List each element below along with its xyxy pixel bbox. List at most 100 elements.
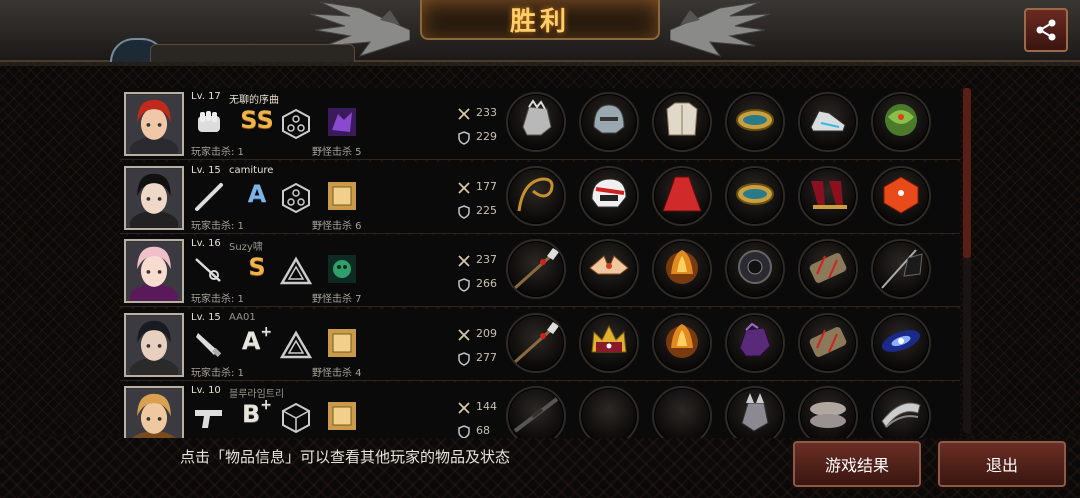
defense-value: 266 [476, 277, 497, 290]
race-helmet-icon [586, 171, 632, 221]
item-slot[interactable] [798, 386, 858, 438]
rank-letter: SS [240, 106, 274, 134]
item-slots [506, 92, 931, 152]
whip-icon [513, 171, 559, 221]
rank-letter: A [241, 326, 261, 355]
bat-icon [192, 182, 226, 212]
knife-icon [192, 329, 226, 359]
player-row[interactable]: Lv. 16 Suzy啸 S 玩家击杀: 1 野怪击杀 7 237 266 [120, 235, 960, 307]
item-slot[interactable] [798, 239, 858, 299]
defense-value: 229 [476, 130, 497, 143]
black-flag-icon [878, 244, 924, 294]
item-slots [506, 165, 931, 226]
item-slot[interactable] [725, 165, 785, 226]
attack-icon [457, 253, 471, 267]
item-slot[interactable] [725, 312, 785, 373]
rifle-icon [513, 391, 559, 438]
spiked-gauntlet-icon [732, 391, 778, 438]
defense-icon [457, 130, 471, 145]
rank-letter: A [247, 179, 267, 208]
player-name: AA01 [229, 311, 256, 323]
player-row[interactable]: Lv. 10 블루라임트리 B+ 144 68 [120, 382, 960, 438]
item-slot[interactable] [871, 239, 931, 299]
empty-slot [659, 391, 705, 438]
item-slot[interactable] [579, 165, 639, 226]
item-slot[interactable] [871, 312, 931, 373]
exit-button[interactable]: 退出 [938, 441, 1066, 487]
item-slot[interactable] [652, 386, 712, 438]
item-slots [506, 239, 931, 299]
dice-icon [878, 171, 924, 221]
heels-icon [805, 171, 851, 221]
item-slot[interactable] [652, 239, 712, 299]
item-slot[interactable] [798, 312, 858, 373]
defense-icon [457, 424, 471, 438]
item-slot[interactable] [579, 312, 639, 373]
item-slot[interactable] [798, 92, 858, 152]
scroll-thumb[interactable] [963, 88, 971, 258]
rank-plus: + [260, 397, 273, 413]
item-info-hint: 点击「物品信息」可以查看其他玩家的物品及状态 [180, 448, 511, 466]
item-slot[interactable] [725, 386, 785, 438]
attack-value: 209 [476, 326, 497, 340]
rapier-icon [192, 255, 226, 285]
dragon-orb-icon [878, 97, 924, 147]
player-list[interactable]: Lv. 17 无聊的序曲 SS 玩家击杀: 1 野怪击杀 5 233 229 L… [120, 88, 960, 438]
crown-icon [586, 318, 632, 368]
item-slot[interactable] [798, 165, 858, 226]
player-level: Lv. 15 [191, 311, 221, 323]
victory-banner: 胜利 [420, 0, 660, 40]
item-slot[interactable] [652, 92, 712, 152]
game-results-button[interactable]: 游戏结果 [793, 441, 921, 487]
item-slot[interactable] [579, 386, 639, 438]
item-slot[interactable] [506, 239, 566, 299]
purple-gauntlet-icon [732, 318, 778, 368]
attack-icon [457, 106, 471, 120]
item-slots [506, 312, 931, 373]
item-slot[interactable] [506, 165, 566, 226]
attack-icon [457, 400, 471, 414]
scrollbar[interactable] [963, 88, 971, 433]
player-level: Lv. 17 [191, 91, 221, 102]
triangle-skill-icon [279, 329, 313, 361]
hexagon-skill-icon [280, 108, 312, 140]
item-slot[interactable] [652, 312, 712, 373]
player-kills: 玩家击杀: 1 [191, 147, 244, 158]
winged-crown-icon [586, 244, 632, 294]
defense-icon [457, 351, 471, 366]
player-avatar[interactable] [124, 312, 184, 377]
attack-value: 177 [476, 179, 497, 193]
player-avatar[interactable] [124, 165, 184, 230]
spear-icon [513, 244, 559, 294]
share-icon [1036, 19, 1056, 41]
player-row[interactable]: Lv. 17 无聊的序曲 SS 玩家击杀: 1 野怪击杀 5 233 229 [120, 88, 960, 160]
share-button[interactable] [1024, 8, 1068, 52]
player-row[interactable]: Lv. 15 AA01 A+ 玩家击杀: 1 野怪击杀 4 209 277 [120, 308, 960, 381]
item-slot[interactable] [871, 165, 931, 226]
item-slot[interactable] [725, 239, 785, 299]
player-avatar[interactable] [124, 239, 184, 303]
item-slot[interactable] [579, 239, 639, 299]
player-avatar[interactable] [124, 92, 184, 156]
boots-icon [805, 97, 851, 147]
item-slot[interactable] [652, 165, 712, 226]
item-slot[interactable] [506, 312, 566, 373]
monster-kills: 野怪击杀 4 [312, 367, 362, 379]
right-wing-icon [670, 1, 771, 57]
fist-icon [192, 108, 226, 138]
player-level: Lv. 15 [191, 164, 221, 176]
attack-value: 233 [476, 106, 497, 119]
item-slot[interactable] [506, 92, 566, 152]
item-slot[interactable] [506, 386, 566, 438]
item-slot[interactable] [579, 92, 639, 152]
item-slot[interactable] [871, 92, 931, 152]
player-avatar[interactable] [124, 386, 184, 438]
cube-skill-icon [280, 402, 312, 434]
player-row[interactable]: Lv. 15 camiture A 玩家击杀: 1 野怪击杀 6 177 225 [120, 161, 960, 234]
player-level: Lv. 16 [191, 238, 221, 249]
blade-icon [878, 391, 924, 438]
player-kills: 玩家击杀: 1 [191, 367, 244, 379]
item-slot[interactable] [725, 92, 785, 152]
item-slot[interactable] [871, 386, 931, 438]
rank-plus: + [260, 323, 273, 340]
